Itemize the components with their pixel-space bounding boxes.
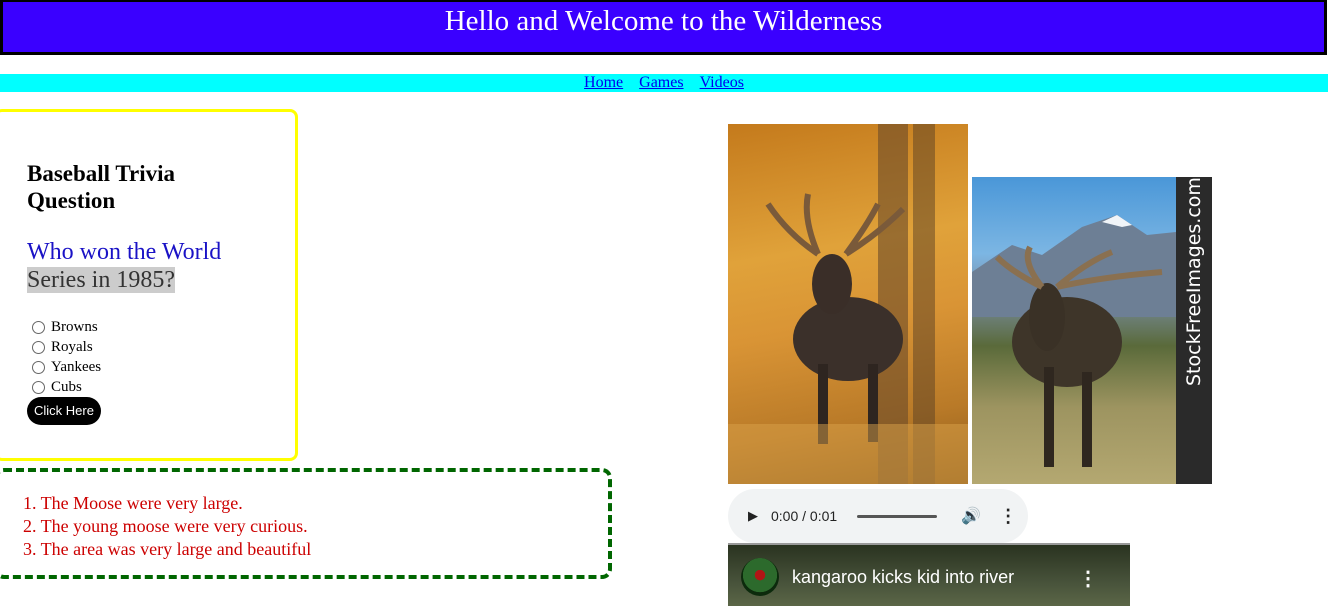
option-label: Browns [51,318,98,335]
notes-box: 1. The Moose were very large. 2. The you… [0,468,612,579]
nav-link-games[interactable]: Games [639,74,683,91]
trivia-question: Who won the World Series in 1985? [27,238,267,294]
video-embed[interactable]: kangaroo kicks kid into river ⋮ [728,543,1130,606]
channel-avatar[interactable] [741,558,779,596]
watermark-text: StockFreeImages.com [1183,177,1205,386]
option-royals[interactable]: Royals [27,337,101,357]
question-text-part1: Who won the World [27,239,222,265]
page-title: Hello and Welcome to the Wilderness [444,5,883,37]
trivia-box: Baseball Trivia Question Who won the Wor… [0,109,298,461]
audio-time: 0:00 / 0:01 [771,508,838,524]
radio-button[interactable] [32,340,45,354]
option-cubs[interactable]: Cubs [27,377,101,397]
question-text-part2: Series in 1985? [27,267,175,293]
page-banner: Hello and Welcome to the Wilderness [0,0,1327,55]
radio-button[interactable] [32,360,45,374]
nav-bar: Home Games Videos [0,74,1328,92]
list-item: 2. The young moose were very curious. [23,516,308,536]
answer-options: Browns Royals Yankees Cubs [27,317,101,397]
option-label: Cubs [51,378,82,395]
notes-list: 1. The Moose were very large. 2. The you… [23,492,311,561]
radio-button[interactable] [32,320,45,334]
moose-illustration [728,124,968,484]
audio-player: ▶ 0:00 / 0:01 🔊 ⋮ [728,489,1028,543]
moose-photo-mountains: StockFreeImages.com [972,177,1212,484]
nav-link-home[interactable]: Home [584,74,623,91]
volume-icon[interactable]: 🔊 [961,506,981,526]
option-yankees[interactable]: Yankees [27,357,101,377]
more-vert-icon[interactable]: ⋮ [999,506,1017,527]
more-vert-icon[interactable]: ⋮ [1078,566,1098,591]
moose-photo-autumn [728,124,968,484]
submit-button[interactable]: Click Here [27,397,101,425]
radio-button[interactable] [32,380,45,394]
video-title[interactable]: kangaroo kicks kid into river [792,567,1014,588]
audio-progress-bar[interactable] [857,514,938,518]
stockfreeimages-watermark: StockFreeImages.com [1176,177,1212,484]
trivia-heading: Baseball Trivia Question [27,161,176,213]
option-browns[interactable]: Browns [27,317,101,337]
nav-link-videos[interactable]: Videos [700,74,744,91]
list-item: 1. The Moose were very large. [23,493,243,513]
option-label: Royals [51,338,93,355]
option-label: Yankees [51,358,102,375]
play-icon[interactable]: ▶ [748,508,758,524]
list-item: 3. The area was very large and beautiful [23,539,312,559]
moose-illustration [972,215,1176,467]
